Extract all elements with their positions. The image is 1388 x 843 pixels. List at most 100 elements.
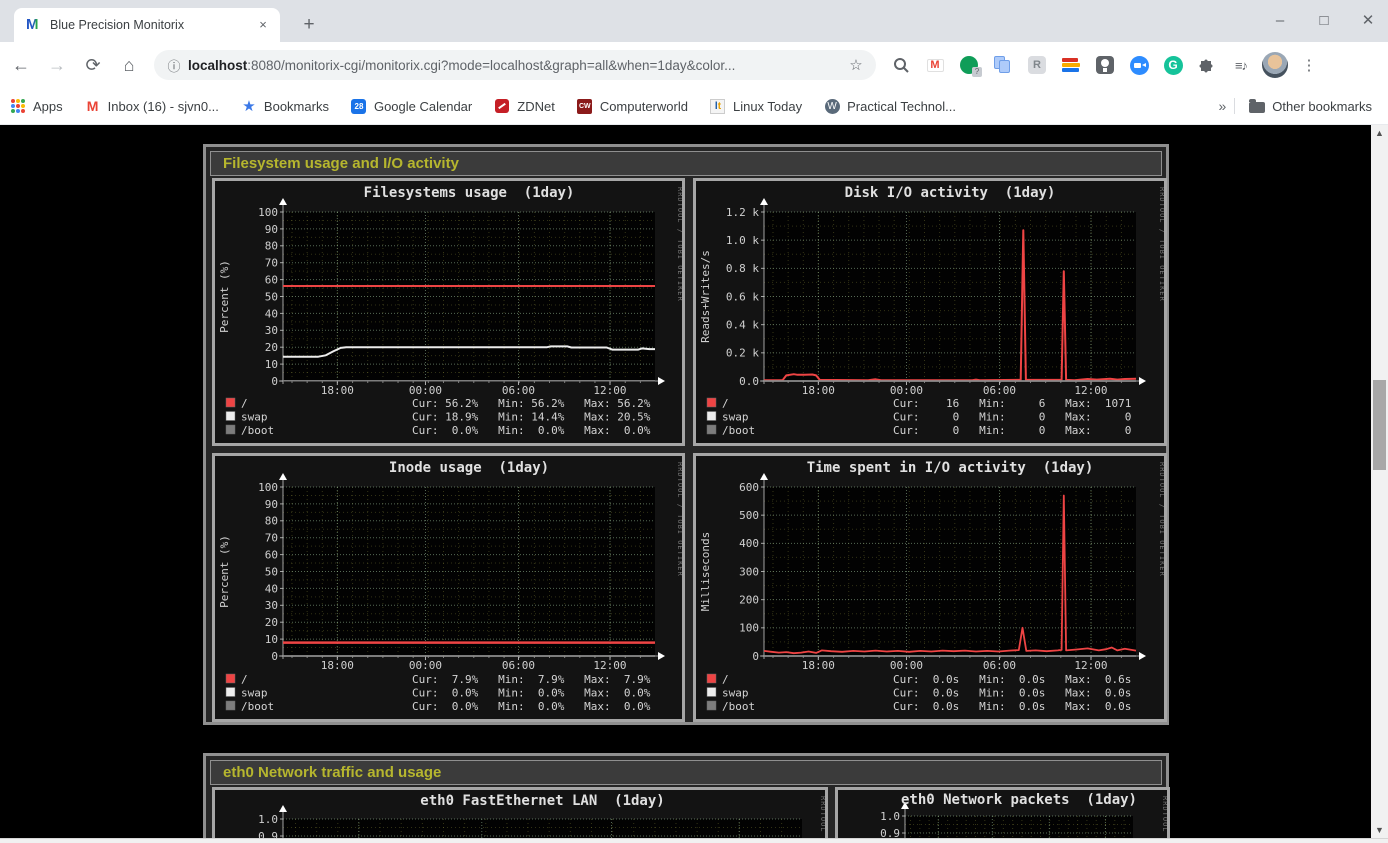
r-extension-icon[interactable]: R: [1024, 52, 1050, 78]
legend-name: /boot: [722, 700, 755, 713]
reload-button[interactable]: ⟳: [78, 50, 108, 80]
y-tick-label: 0: [271, 650, 278, 663]
y-axis-label: Percent (%): [218, 535, 231, 608]
vertical-scrollbar[interactable]: ▲ ▼: [1371, 125, 1388, 838]
plot-area: [283, 819, 802, 838]
legend-stats: Cur: 0.0% Min: 0.0% Max: 0.0%: [412, 424, 651, 437]
zoom-camera-extension-icon[interactable]: [1126, 52, 1152, 78]
home-button[interactable]: ⌂: [114, 50, 144, 80]
voice-extension-icon[interactable]: [956, 52, 982, 78]
legend-name: swap: [722, 687, 749, 700]
bookmark-item-google-calendar[interactable]: 28 Google Calendar: [351, 98, 472, 114]
copy-pages-extension-icon[interactable]: [990, 52, 1016, 78]
graph-svg: 1.00.90.80.70.60.50.40.30.20.10.018:0000…: [215, 790, 825, 838]
x-axis-arrow-icon: [658, 652, 665, 660]
close-button[interactable]: ✕: [1358, 11, 1378, 29]
browser-window: M Blue Precision Monitorix × + – □ ✕ ← →…: [0, 0, 1388, 843]
legend-swatch: [226, 412, 235, 421]
y-tick-label: 70: [265, 257, 278, 270]
x-tick-label: 06:00: [502, 384, 535, 397]
y-tick-label: 50: [265, 290, 278, 303]
bookmark-item-apps[interactable]: Apps: [10, 98, 63, 114]
x-axis-arrow-icon: [658, 377, 665, 385]
bookmarks-overflow-chevron[interactable]: »: [1219, 98, 1236, 114]
graph-title: eth0 FastEthernet LAN (1day): [420, 793, 664, 809]
bookmark-item-linux-today[interactable]: lt Linux Today: [710, 98, 802, 114]
graph-panel-io-time[interactable]: 010020030040050060018:0000:0006:0012:00T…: [693, 453, 1167, 722]
y-tick-label: 30: [265, 324, 278, 337]
legend-swatch: [226, 688, 235, 697]
scrollbar-thumb[interactable]: [1373, 380, 1386, 470]
zdnet-icon: [494, 98, 510, 114]
url-text[interactable]: localhost:8080/monitorix-cgi/monitorix.c…: [188, 58, 846, 73]
bookmark-item-zdnet[interactable]: ZDNet: [494, 98, 555, 114]
bookmark-item-bookmarks[interactable]: ★ Bookmarks: [241, 98, 329, 114]
minimize-button[interactable]: –: [1270, 12, 1290, 29]
rrdtool-watermark: RRDTOOL / TOBI OETIKER: [1158, 187, 1164, 302]
bookmark-item-inbox[interactable]: M Inbox (16) - sjvn0...: [85, 98, 219, 114]
legend-name: /: [722, 673, 729, 686]
bookmark-item-computerworld[interactable]: CW Computerworld: [577, 98, 688, 114]
chrome-menu-icon[interactable]: ⋮: [1296, 52, 1322, 78]
extensions-puzzle-icon[interactable]: [1194, 52, 1220, 78]
new-tab-button[interactable]: +: [296, 12, 322, 38]
y-axis-arrow-icon: [279, 805, 287, 812]
y-tick-label: 80: [265, 515, 278, 528]
legend-swatch: [707, 701, 716, 710]
scroll-up-icon[interactable]: ▲: [1371, 125, 1388, 141]
rrdtool-watermark: RRDTOOL / TOBI OETIKER: [676, 462, 682, 577]
tab-title: Blue Precision Monitorix: [50, 18, 254, 32]
address-bar[interactable]: ⓘ localhost:8080/monitorix-cgi/monitorix…: [154, 50, 876, 80]
y-tick-label: 100: [258, 206, 278, 219]
legend-stats: Cur: 0.0s Min: 0.0s Max: 0.0s: [893, 687, 1131, 700]
y-tick-label: 10: [265, 633, 278, 646]
books-extension-icon[interactable]: [1058, 52, 1084, 78]
forward-button[interactable]: →: [42, 50, 72, 80]
grammarly-extension-icon[interactable]: G: [1160, 52, 1186, 78]
y-tick-label: 500: [739, 509, 759, 522]
graph-panel-disk-io-activity[interactable]: 0.00.2 k0.4 k0.6 k0.8 k1.0 k1.2 k18:0000…: [693, 178, 1167, 446]
window-controls: – □ ✕: [1270, 0, 1378, 40]
site-info-icon[interactable]: ⓘ: [164, 56, 184, 75]
back-button[interactable]: ←: [6, 50, 36, 80]
graph-panel-eth0-lan[interactable]: 1.00.90.80.70.60.50.40.30.20.10.018:0000…: [212, 787, 828, 838]
y-tick-label: 0.9: [258, 830, 278, 838]
y-tick-label: 100: [739, 622, 759, 635]
legend-stats: Cur: 0.0% Min: 0.0% Max: 0.0%: [412, 687, 651, 700]
other-bookmarks-button[interactable]: Other bookmarks: [1249, 98, 1372, 114]
legend-name: swap: [241, 687, 268, 700]
legend-swatch: [707, 688, 716, 697]
y-tick-label: 80: [265, 240, 278, 253]
scroll-down-icon[interactable]: ▼: [1371, 822, 1388, 838]
lamp-extension-icon[interactable]: [1092, 52, 1118, 78]
legend-swatch: [226, 674, 235, 683]
search-extension-icon[interactable]: [888, 52, 914, 78]
rrdtool-watermark: RRDTOOL / TOBI OETIKER: [676, 187, 682, 302]
horizontal-scrollbar[interactable]: [0, 838, 1388, 843]
graph-panel-filesystems-usage[interactable]: 010203040506070809010018:0000:0006:0012:…: [212, 178, 685, 446]
graph-panel-inode-usage[interactable]: 010203040506070809010018:0000:0006:0012:…: [212, 453, 685, 722]
x-tick-label: 12:00: [593, 384, 626, 397]
graph-panel-eth0-packets[interactable]: 1.00.90.80.70.60.50.40.30.20.10.018:0000…: [835, 787, 1170, 838]
section-eth0-network: eth0 Network traffic and usage 1.00.90.8…: [203, 753, 1169, 838]
x-axis-arrow-icon: [1139, 652, 1146, 660]
graph-title: Time spent in I/O activity (1day): [807, 460, 1094, 476]
legend-swatch: [707, 412, 716, 421]
legend-name: /: [241, 397, 248, 410]
media-list-icon[interactable]: ≡♪: [1228, 52, 1254, 78]
legend-name: /boot: [241, 700, 274, 713]
legend-stats: Cur: 0 Min: 0 Max: 0: [893, 424, 1131, 437]
x-tick-label: 18:00: [321, 659, 354, 672]
apps-grid-icon: [10, 98, 26, 114]
browser-tab[interactable]: M Blue Precision Monitorix ×: [14, 8, 280, 42]
x-tick-label: 18:00: [802, 384, 835, 397]
maximize-button[interactable]: □: [1314, 12, 1334, 29]
gmail-extension-icon[interactable]: M: [922, 52, 948, 78]
tab-close-icon[interactable]: ×: [254, 16, 272, 34]
rrdtool-watermark: RRDTOOL / TOBI OETIKER: [819, 796, 825, 838]
graph-svg: 1.00.90.80.70.60.50.40.30.20.10.018:0000…: [838, 790, 1167, 838]
profile-avatar[interactable]: [1262, 52, 1288, 78]
bookmark-star-icon[interactable]: ☆: [846, 56, 866, 74]
monitorix-favicon-icon: M: [26, 17, 42, 33]
bookmark-item-practical-technology[interactable]: W Practical Technol...: [824, 98, 956, 114]
